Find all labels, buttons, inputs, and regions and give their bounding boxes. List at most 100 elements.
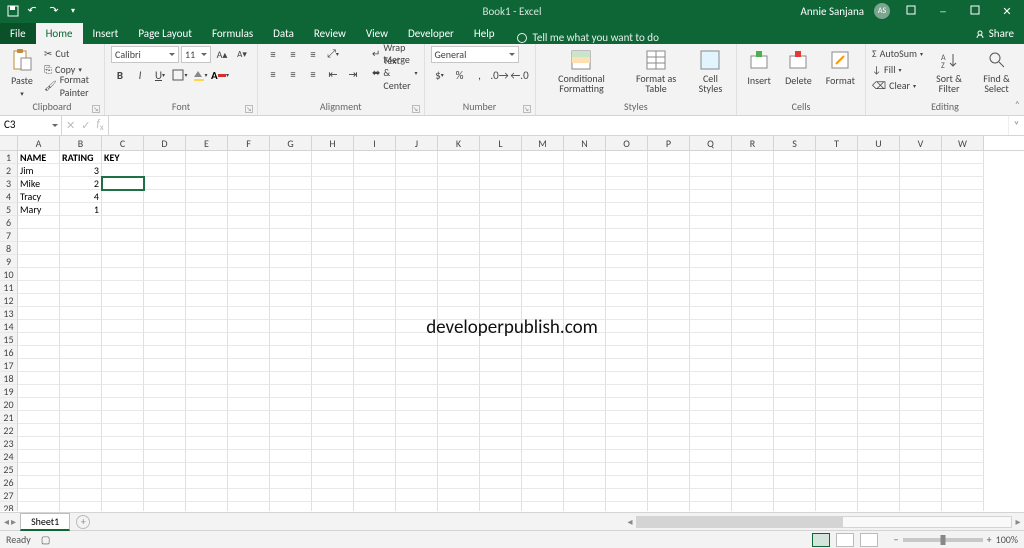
cell[interactable]: [270, 359, 312, 372]
cell[interactable]: [606, 229, 648, 242]
cell[interactable]: [186, 463, 228, 476]
cell[interactable]: [606, 268, 648, 281]
cell[interactable]: [228, 411, 270, 424]
cell[interactable]: [480, 320, 522, 333]
page-layout-view-button[interactable]: [836, 533, 854, 547]
cell[interactable]: [228, 151, 270, 164]
cell[interactable]: [228, 268, 270, 281]
cell[interactable]: [18, 333, 60, 346]
cell[interactable]: [228, 489, 270, 502]
cell[interactable]: [858, 489, 900, 502]
cell[interactable]: [900, 294, 942, 307]
cell[interactable]: [774, 216, 816, 229]
cell[interactable]: [942, 437, 984, 450]
cell[interactable]: [732, 346, 774, 359]
cell[interactable]: [102, 372, 144, 385]
fill-color-button[interactable]: ▾: [191, 67, 209, 83]
cell[interactable]: [942, 463, 984, 476]
cell[interactable]: [228, 333, 270, 346]
increase-decimal-icon[interactable]: .0→: [491, 67, 509, 83]
tab-help[interactable]: Help: [464, 23, 505, 44]
cell[interactable]: [228, 346, 270, 359]
cell[interactable]: [270, 411, 312, 424]
column-header[interactable]: R: [732, 136, 774, 150]
cell[interactable]: [60, 489, 102, 502]
cell[interactable]: [690, 463, 732, 476]
column-header[interactable]: C: [102, 136, 144, 150]
cell[interactable]: [942, 255, 984, 268]
cell[interactable]: [228, 476, 270, 489]
cell[interactable]: [774, 229, 816, 242]
align-right-icon[interactable]: ≡: [304, 66, 322, 82]
column-header[interactable]: E: [186, 136, 228, 150]
cell[interactable]: [438, 463, 480, 476]
cell[interactable]: [144, 268, 186, 281]
cell[interactable]: [354, 489, 396, 502]
cell[interactable]: [186, 307, 228, 320]
fill-button[interactable]: ↓Fill▾: [872, 62, 923, 77]
column-header[interactable]: W: [942, 136, 984, 150]
cell[interactable]: [564, 281, 606, 294]
cell[interactable]: [354, 359, 396, 372]
cell[interactable]: [60, 307, 102, 320]
column-header[interactable]: V: [900, 136, 942, 150]
cell[interactable]: [354, 372, 396, 385]
cell[interactable]: [816, 450, 858, 463]
cell[interactable]: [312, 177, 354, 190]
cell[interactable]: [438, 307, 480, 320]
alignment-dialog-launcher[interactable]: ↘: [412, 105, 420, 113]
cell[interactable]: [438, 385, 480, 398]
cell[interactable]: [18, 255, 60, 268]
cell[interactable]: [18, 372, 60, 385]
cell[interactable]: [102, 385, 144, 398]
cell[interactable]: [354, 320, 396, 333]
cell[interactable]: [60, 320, 102, 333]
cell[interactable]: [60, 502, 102, 511]
cell[interactable]: [312, 424, 354, 437]
cell[interactable]: [186, 216, 228, 229]
cell[interactable]: [144, 450, 186, 463]
cell[interactable]: [900, 216, 942, 229]
cell[interactable]: [396, 502, 438, 511]
cell[interactable]: [480, 229, 522, 242]
macro-record-icon[interactable]: ▢: [41, 533, 50, 546]
cell[interactable]: [354, 229, 396, 242]
cell[interactable]: [144, 216, 186, 229]
cell[interactable]: [648, 216, 690, 229]
cell[interactable]: [942, 294, 984, 307]
cell[interactable]: [816, 437, 858, 450]
cell[interactable]: [648, 320, 690, 333]
cell[interactable]: [648, 164, 690, 177]
cell[interactable]: [354, 177, 396, 190]
sheet-tab[interactable]: Sheet1: [20, 513, 70, 531]
cell[interactable]: [480, 281, 522, 294]
cell[interactable]: [606, 476, 648, 489]
cell[interactable]: [228, 242, 270, 255]
cell[interactable]: [270, 281, 312, 294]
cell[interactable]: [144, 411, 186, 424]
row-header[interactable]: 24: [0, 450, 18, 463]
cell[interactable]: [186, 242, 228, 255]
cell[interactable]: [900, 502, 942, 511]
cell[interactable]: [354, 151, 396, 164]
cell[interactable]: [606, 242, 648, 255]
cell[interactable]: [312, 281, 354, 294]
cell[interactable]: [228, 307, 270, 320]
cell[interactable]: [816, 320, 858, 333]
cell[interactable]: [690, 216, 732, 229]
cell[interactable]: [648, 437, 690, 450]
cell[interactable]: [732, 164, 774, 177]
cell[interactable]: [102, 333, 144, 346]
font-dialog-launcher[interactable]: ↘: [245, 105, 253, 113]
sheet-prev-icon[interactable]: ◂: [4, 515, 9, 528]
cell[interactable]: [438, 268, 480, 281]
horizontal-scrollbar[interactable]: ◂ ▸: [624, 515, 1024, 529]
cell[interactable]: [858, 398, 900, 411]
cell[interactable]: [732, 385, 774, 398]
cell[interactable]: [564, 294, 606, 307]
zoom-out-icon[interactable]: −: [894, 533, 899, 546]
cell[interactable]: [648, 229, 690, 242]
cell[interactable]: [228, 372, 270, 385]
cell[interactable]: [522, 281, 564, 294]
cell[interactable]: [354, 450, 396, 463]
